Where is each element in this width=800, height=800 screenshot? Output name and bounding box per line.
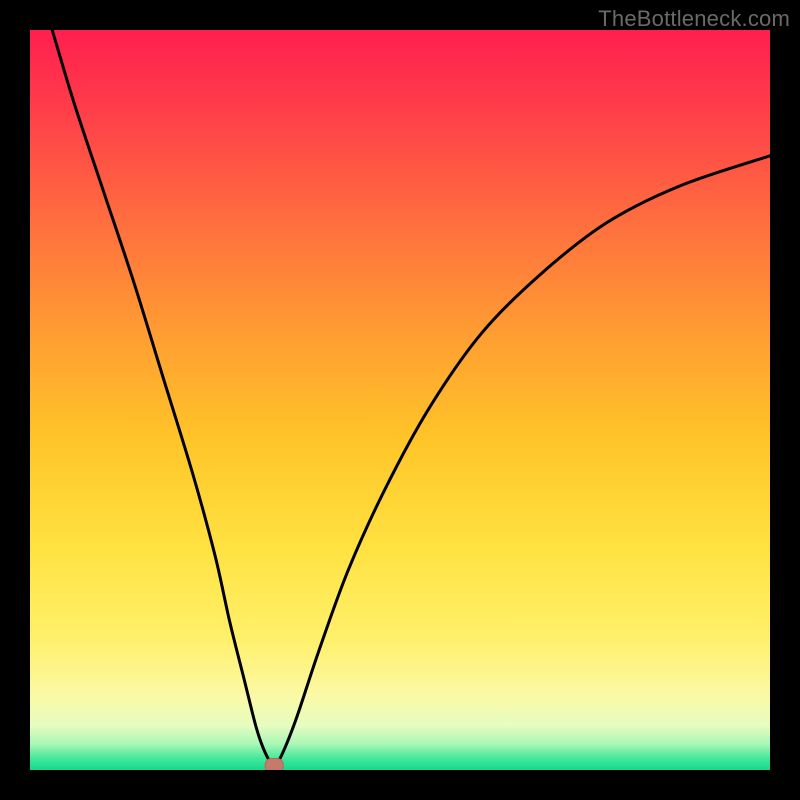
attribution-label: TheBottleneck.com (598, 6, 790, 32)
chart-svg (30, 30, 770, 770)
gradient-background (30, 30, 770, 770)
chart-plot-area (30, 30, 770, 770)
minimum-marker-icon (265, 759, 283, 770)
outer-frame: TheBottleneck.com (0, 0, 800, 800)
